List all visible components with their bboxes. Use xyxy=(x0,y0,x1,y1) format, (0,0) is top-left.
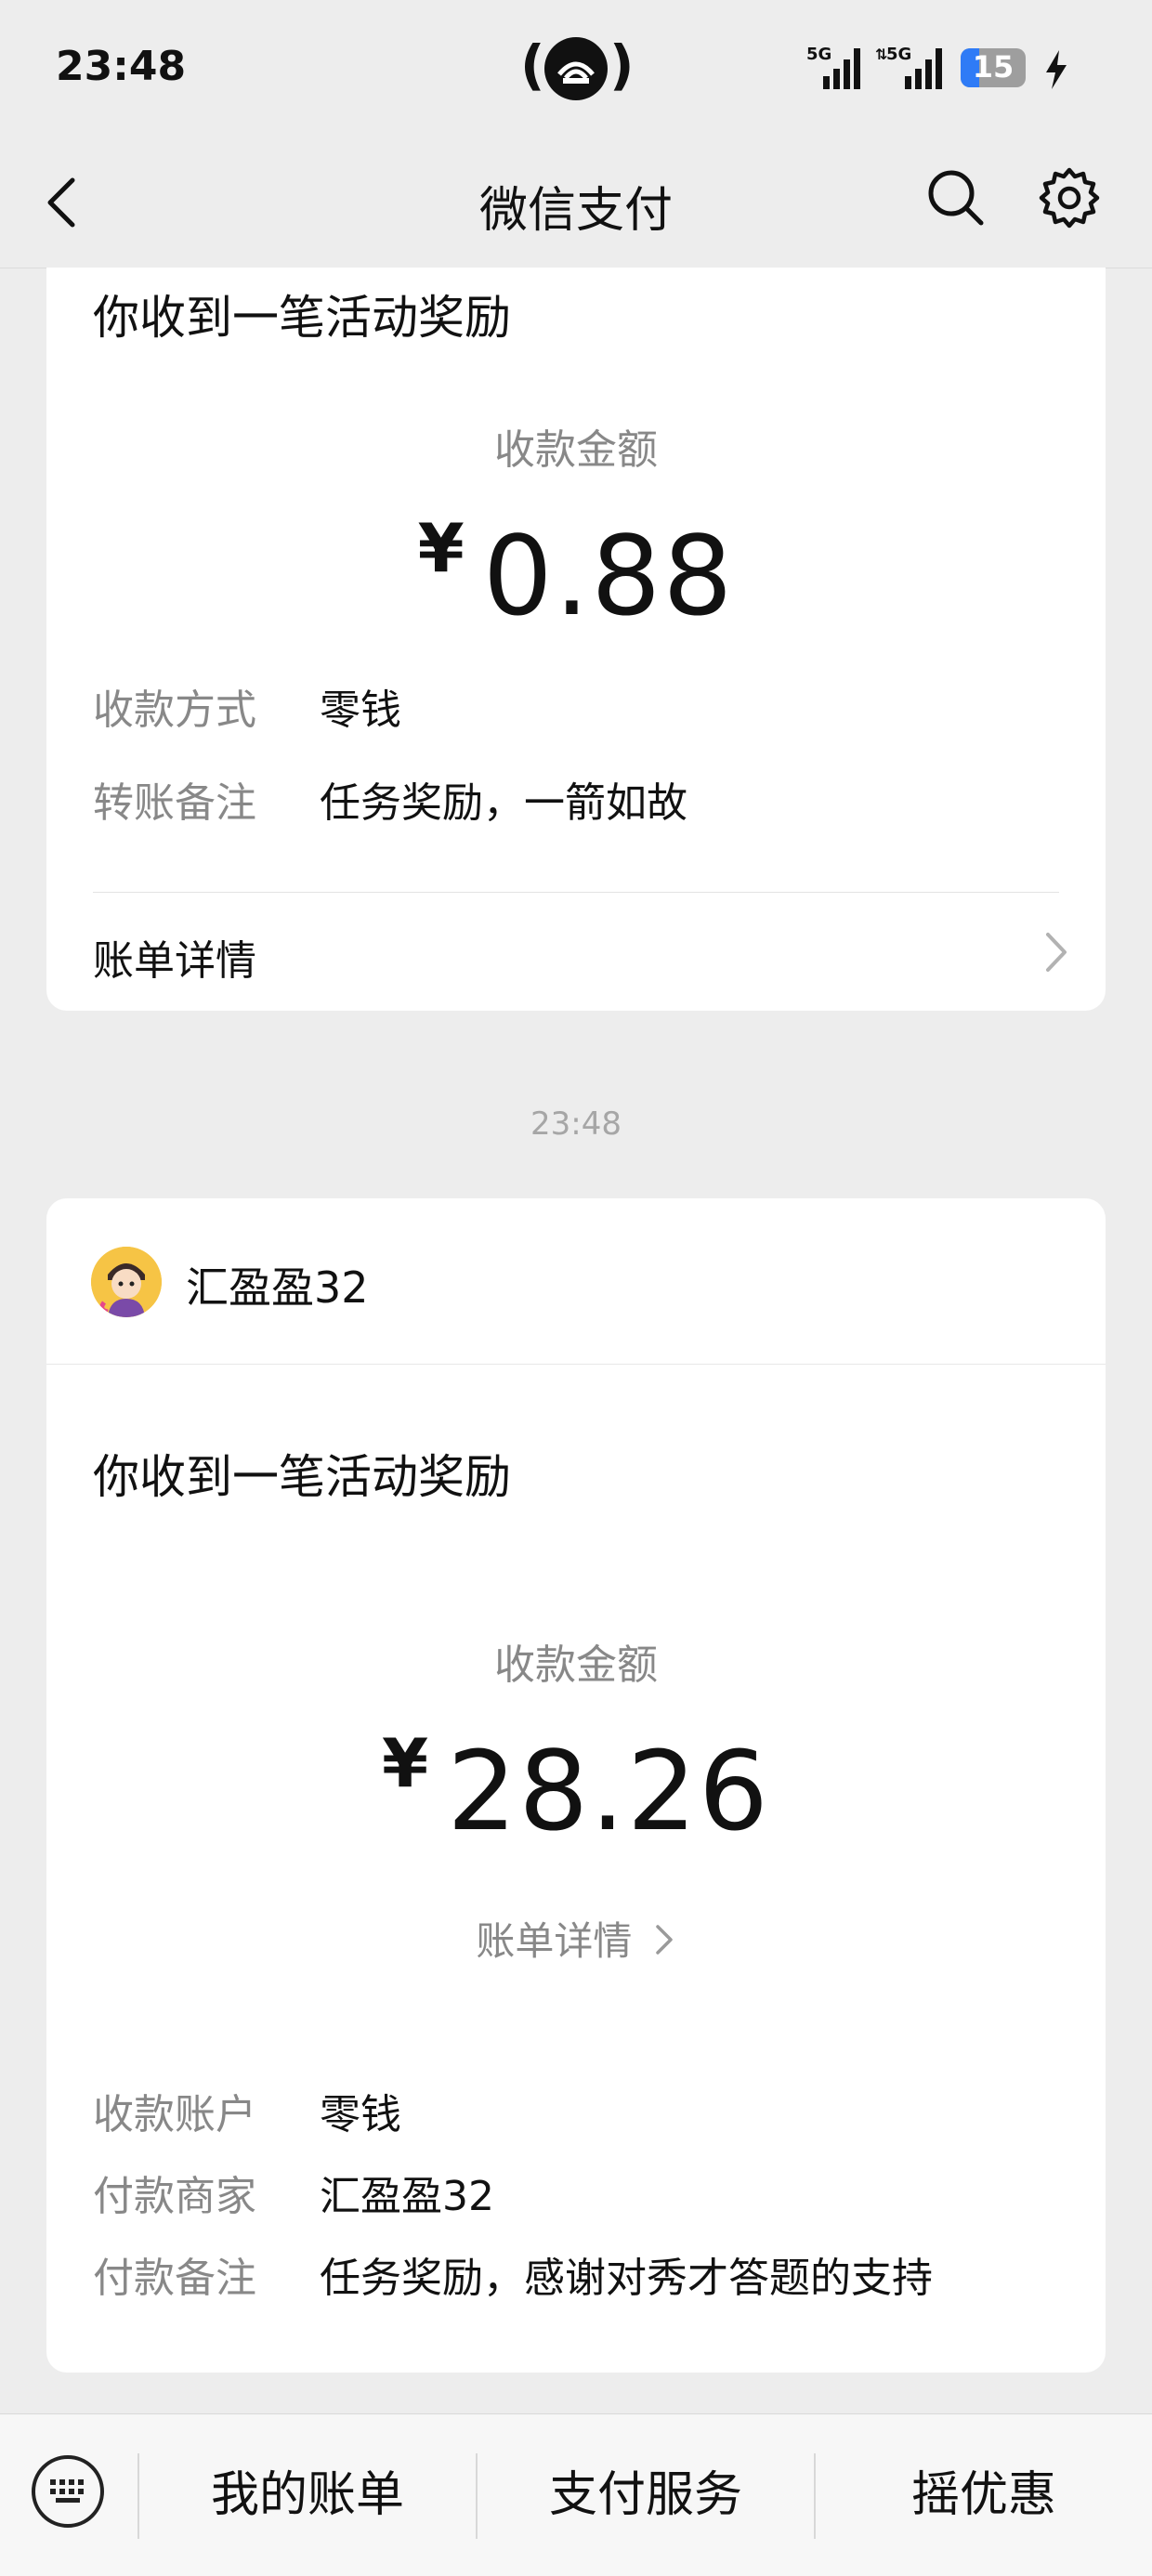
currency-symbol: ¥ xyxy=(417,509,465,587)
amount-number: 0.88 xyxy=(482,512,735,640)
search-icon[interactable] xyxy=(925,167,987,229)
detail-row: 收款账户 零钱 xyxy=(93,2081,401,2140)
amount-number: 28.26 xyxy=(447,1727,770,1855)
row-value: 任务奖励，感谢对秀才答题的支持 xyxy=(320,2255,933,2302)
gear-icon[interactable] xyxy=(1037,165,1102,230)
right-paren: ) xyxy=(609,33,635,97)
row-value: 零钱 xyxy=(320,2091,401,2138)
message-timestamp: 23:48 xyxy=(530,1105,622,1143)
signal-5g-data-icon: ⇅ 5G xyxy=(875,45,942,89)
reward-card-2[interactable]: 汇盈盈32 你收到一笔活动奖励 收款金额 ¥28.26 账单详情 收款账户 零钱 … xyxy=(46,1198,1106,2373)
row-key: 收款账户 xyxy=(93,2091,256,2138)
bill-details-link[interactable]: 账单详情 xyxy=(46,1910,1106,1967)
currency-symbol: ¥ xyxy=(382,1724,429,1802)
chevron-right-icon xyxy=(655,1925,673,1955)
card-title: 你收到一笔活动奖励 xyxy=(93,1450,511,1504)
chevron-right-icon xyxy=(1046,933,1067,972)
detail-row: 收款方式 零钱 xyxy=(93,676,401,736)
tab-shake-offers[interactable]: 摇优惠 xyxy=(816,2414,1152,2576)
hotspot-indicator: ( ) xyxy=(520,33,635,104)
merchant-avatar[interactable] xyxy=(91,1247,162,1317)
bill-details-row[interactable]: 账单详情 xyxy=(93,927,1068,987)
bill-details-label: 账单详情 xyxy=(476,1918,633,1964)
nav-bar: 微信支付 xyxy=(0,137,1152,268)
row-key: 付款商家 xyxy=(93,2173,256,2220)
battery-level: 15 xyxy=(972,49,1015,85)
row-key: 付款备注 xyxy=(93,2255,256,2302)
amount-value: ¥0.88 xyxy=(46,509,1106,640)
keyboard-icon[interactable] xyxy=(32,2455,104,2528)
net2-label: 5G xyxy=(886,45,911,64)
row-key: 收款方式 xyxy=(93,686,256,734)
amount-value: ¥28.26 xyxy=(46,1724,1106,1855)
battery-icon: 15 xyxy=(961,48,1026,87)
row-value: 汇盈盈32 xyxy=(320,2173,494,2220)
charging-icon xyxy=(1046,50,1067,89)
detail-row: 转账备注 任务奖励，一箭如故 xyxy=(93,769,687,829)
row-key: 转账备注 xyxy=(93,779,256,827)
divider xyxy=(93,892,1059,893)
bottom-menu-bar: 我的账单 支付服务 摇优惠 xyxy=(0,2413,1152,2576)
status-time: 23:48 xyxy=(56,43,187,90)
tab-payment-services[interactable]: 支付服务 xyxy=(478,2414,814,2576)
detail-row: 付款商家 汇盈盈32 xyxy=(93,2163,494,2222)
reward-card-1[interactable]: 你收到一笔活动奖励 收款金额 ¥0.88 收款方式 零钱 转账备注 任务奖励，一箭如… xyxy=(46,268,1106,1011)
row-value: 零钱 xyxy=(320,686,401,734)
left-paren: ( xyxy=(520,33,545,97)
net1-label: 5G xyxy=(806,45,831,64)
signal-5g-icon: 5G xyxy=(806,45,860,89)
hotspot-icon xyxy=(544,37,608,100)
bill-details-label: 账单详情 xyxy=(93,937,256,985)
merchant-header[interactable]: 汇盈盈32 xyxy=(46,1198,1106,1365)
card-title: 你收到一笔活动奖励 xyxy=(93,291,511,345)
amount-label: 收款金额 xyxy=(494,426,658,474)
tab-my-bills[interactable]: 我的账单 xyxy=(139,2414,476,2576)
detail-row: 付款备注 任务奖励，感谢对秀才答题的支持 xyxy=(93,2244,933,2304)
row-value: 任务奖励，一箭如故 xyxy=(320,779,687,827)
amount-label: 收款金额 xyxy=(494,1641,658,1689)
status-bar: 23:48 ( ) 5G ⇅ 5G 15 xyxy=(0,0,1152,137)
merchant-name[interactable]: 汇盈盈32 xyxy=(186,1254,369,1315)
